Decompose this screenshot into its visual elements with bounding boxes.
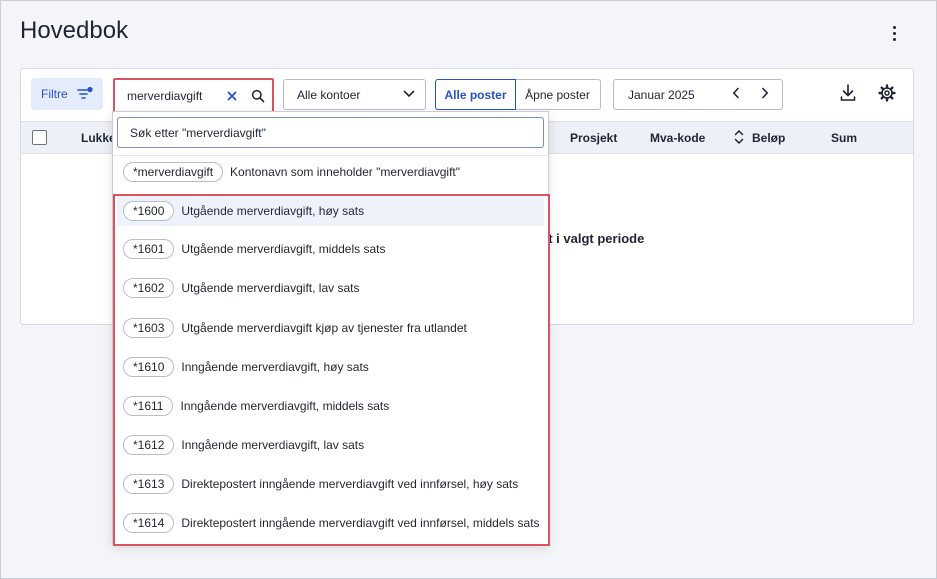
chevron-right-icon[interactable] bbox=[761, 87, 769, 99]
clear-icon[interactable] bbox=[227, 91, 237, 101]
period-picker[interactable]: Januar 2025 bbox=[613, 79, 783, 110]
more-menu-icon[interactable] bbox=[885, 23, 903, 43]
account-option[interactable]: *1603 Utgående merverdiavgift kjøp av tj… bbox=[123, 313, 543, 343]
account-option[interactable]: *1601 Utgående merverdiavgift, middels s… bbox=[123, 234, 543, 264]
tab-open-entries-label: Åpne poster bbox=[525, 87, 590, 102]
account-code-chip: *1601 bbox=[123, 239, 175, 259]
col-project[interactable]: Prosjekt bbox=[570, 131, 617, 145]
download-icon[interactable] bbox=[840, 84, 856, 102]
account-name: Direktepostert inngående merverdiavgift … bbox=[181, 516, 540, 530]
filter-icon bbox=[77, 86, 93, 99]
tab-open-entries[interactable]: Åpne poster bbox=[515, 79, 601, 110]
account-option[interactable]: *1614 Direktepostert inngående merverdia… bbox=[123, 508, 543, 538]
accounts-select[interactable]: Alle kontoer bbox=[283, 79, 426, 110]
account-code-chip: *1612 bbox=[123, 435, 175, 455]
account-option[interactable]: *1611 Inngående merverdiavgift, middels … bbox=[123, 391, 543, 421]
account-code-chip: *1613 bbox=[123, 474, 175, 494]
col-amount[interactable]: Beløp bbox=[752, 131, 785, 145]
chevron-left-icon[interactable] bbox=[732, 87, 740, 99]
search-suggestions-dropdown: Søk etter "merverdiavgift" *merverdiavgi… bbox=[112, 111, 550, 546]
search-for-option-label: Søk etter "merverdiavgift" bbox=[130, 125, 266, 140]
account-name: Inngående merverdiavgift, middels sats bbox=[180, 399, 390, 413]
account-code-chip: *1600 bbox=[123, 201, 175, 221]
period-value: Januar 2025 bbox=[628, 87, 695, 102]
app-frame: Hovedbok Filtre A bbox=[0, 0, 937, 579]
filter-button[interactable]: Filtre bbox=[31, 78, 103, 110]
account-code-chip: *1610 bbox=[123, 357, 175, 377]
account-option[interactable]: *1612 Inngående merverdiavgift, lav sats bbox=[123, 430, 543, 460]
account-option[interactable]: *1600 Utgående merverdiavgift, høy sats bbox=[117, 196, 544, 226]
tab-all-entries-label: Alle poster bbox=[444, 87, 507, 102]
account-name: Utgående merverdiavgift, lav sats bbox=[181, 281, 360, 295]
account-name: Utgående merverdiavgift, middels sats bbox=[181, 242, 386, 256]
accounts-select-value: Alle kontoer bbox=[297, 87, 361, 102]
empty-state-text: et i valgt periode bbox=[541, 231, 645, 246]
search-box bbox=[113, 78, 274, 113]
divider bbox=[113, 155, 548, 156]
name-filter-chip: *merverdiavgift bbox=[123, 162, 224, 182]
select-all-checkbox[interactable] bbox=[32, 130, 47, 145]
account-name: Utgående merverdiavgift kjøp av tjeneste… bbox=[181, 321, 467, 335]
account-option[interactable]: *1602 Utgående merverdiavgift, lav sats bbox=[123, 273, 543, 303]
search-icon[interactable] bbox=[251, 89, 265, 103]
account-code-chip: *1602 bbox=[123, 278, 175, 298]
account-name: Direktepostert inngående merverdiavgift … bbox=[181, 477, 519, 491]
chevron-down-icon bbox=[403, 90, 415, 98]
search-for-option[interactable]: Søk etter "merverdiavgift" bbox=[117, 117, 544, 148]
name-filter-label: Kontonavn som inneholder "merverdiavgift… bbox=[230, 165, 461, 179]
tab-all-entries[interactable]: Alle poster bbox=[435, 79, 516, 110]
account-name: Utgående merverdiavgift, høy sats bbox=[181, 204, 365, 218]
name-filter-option[interactable]: *merverdiavgift Kontonavn som inneholder… bbox=[123, 157, 543, 187]
col-sum[interactable]: Sum bbox=[831, 131, 857, 145]
account-name: Inngående merverdiavgift, høy sats bbox=[181, 360, 369, 374]
col-closed[interactable]: Lukke bbox=[81, 131, 116, 145]
gear-icon[interactable] bbox=[878, 84, 896, 102]
account-code-chip: *1603 bbox=[123, 318, 175, 338]
sort-icon[interactable] bbox=[734, 129, 744, 145]
account-option[interactable]: *1610 Inngående merverdiavgift, høy sats bbox=[123, 352, 543, 382]
account-name: Inngående merverdiavgift, lav sats bbox=[181, 438, 365, 452]
col-vat-code[interactable]: Mva-kode bbox=[650, 131, 705, 145]
account-code-chip: *1614 bbox=[123, 513, 175, 533]
page-title: Hovedbok bbox=[20, 17, 129, 44]
filter-button-label: Filtre bbox=[41, 87, 68, 101]
account-code-chip: *1611 bbox=[123, 396, 174, 416]
account-option[interactable]: *1613 Direktepostert inngående merverdia… bbox=[123, 469, 543, 499]
search-input[interactable] bbox=[127, 87, 227, 105]
